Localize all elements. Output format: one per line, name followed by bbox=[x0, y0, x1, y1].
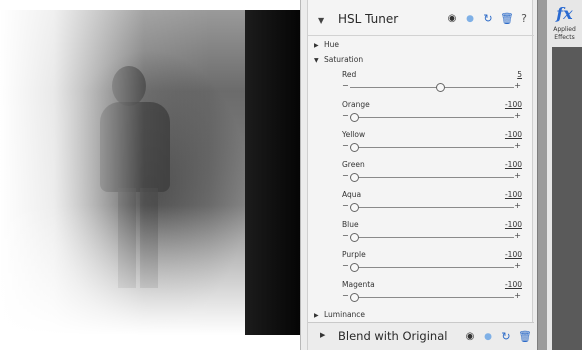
section-saturation[interactable]: ▼ Saturation bbox=[314, 55, 363, 64]
trash-icon[interactable]: 🗑 bbox=[518, 330, 532, 344]
slider-label: Aqua bbox=[342, 190, 362, 199]
slider-track[interactable] bbox=[350, 233, 514, 242]
trash-icon[interactable]: 🗑 bbox=[500, 12, 514, 26]
applied-effects-label-line2: Effects bbox=[554, 34, 575, 41]
eye-icon[interactable]: ◉ bbox=[446, 12, 458, 26]
plus-icon[interactable]: + bbox=[514, 81, 521, 90]
slider-row-yellow: Yellow -100 − + bbox=[308, 130, 534, 160]
slider-track[interactable] bbox=[350, 293, 514, 302]
panel-header-icons: ◉ ● ↻ 🗑 ? bbox=[446, 12, 530, 26]
minus-icon[interactable]: − bbox=[342, 261, 349, 270]
plus-icon[interactable]: + bbox=[514, 201, 521, 210]
section-saturation-label: Saturation bbox=[324, 55, 364, 64]
minus-icon[interactable]: − bbox=[342, 201, 349, 210]
section-luminance[interactable]: ▶ Luminance bbox=[314, 310, 365, 319]
expand-triangle-icon[interactable]: ▶ bbox=[314, 312, 324, 319]
collapse-triangle-icon[interactable]: ▼ bbox=[318, 16, 324, 25]
applied-effects-label-line1: Applied bbox=[553, 26, 576, 33]
section-luminance-label: Luminance bbox=[324, 310, 366, 319]
eye-icon[interactable]: ◉ bbox=[464, 330, 476, 344]
slider-track[interactable] bbox=[350, 173, 514, 182]
applied-effects-label: Applied Effects bbox=[547, 26, 582, 42]
slider-row-red: Red 5 − + bbox=[308, 70, 534, 100]
plus-icon[interactable]: + bbox=[514, 141, 521, 150]
slider-track[interactable] bbox=[350, 83, 514, 92]
slider-row-blue: Blue -100 − + bbox=[308, 220, 534, 250]
collapse-triangle-icon[interactable]: ▼ bbox=[314, 57, 324, 64]
slider-label: Purple bbox=[342, 250, 366, 259]
slider-thumb[interactable] bbox=[350, 173, 359, 182]
reset-icon[interactable]: ↻ bbox=[500, 330, 512, 344]
fx-icon[interactable]: fx bbox=[547, 4, 582, 23]
slider-value[interactable]: -100 bbox=[505, 160, 522, 169]
plus-icon[interactable]: + bbox=[514, 261, 521, 270]
slider-value[interactable]: -100 bbox=[505, 220, 522, 229]
slider-value[interactable]: 5 bbox=[517, 70, 522, 79]
slider-value[interactable]: -100 bbox=[505, 280, 522, 289]
slider-thumb[interactable] bbox=[435, 83, 445, 92]
minus-icon[interactable]: − bbox=[342, 111, 349, 120]
slider-thumb[interactable] bbox=[350, 293, 359, 302]
slider-label: Orange bbox=[342, 100, 370, 109]
expand-triangle-icon[interactable]: ▶ bbox=[314, 42, 324, 49]
droplet-icon[interactable]: ● bbox=[482, 330, 494, 344]
plus-icon[interactable]: + bbox=[514, 171, 521, 180]
photo-canvas bbox=[0, 0, 300, 350]
hsl-tuner-panel: ▼ HSL Tuner ◉ ● ↻ 🗑 ? ▶ Hue ▼ Saturation R… bbox=[307, 0, 534, 350]
slider-track[interactable] bbox=[350, 113, 514, 122]
blend-panel-title: Blend with Original bbox=[338, 329, 448, 343]
blend-panel-header[interactable]: ▶ Blend with Original ◉ ● ↻ 🗑 bbox=[308, 322, 534, 350]
plus-icon[interactable]: + bbox=[514, 111, 521, 120]
minus-icon[interactable]: − bbox=[342, 141, 349, 150]
slider-row-orange: Orange -100 − + bbox=[308, 100, 534, 130]
section-hue[interactable]: ▶ Hue bbox=[314, 40, 339, 49]
slider-row-magenta: Magenta -100 − + bbox=[308, 280, 534, 310]
slider-thumb[interactable] bbox=[350, 113, 359, 122]
photo-dark-edge bbox=[245, 10, 300, 335]
slider-label: Green bbox=[342, 160, 365, 169]
help-icon[interactable]: ? bbox=[518, 12, 530, 26]
minus-icon[interactable]: − bbox=[342, 291, 349, 300]
slider-label: Blue bbox=[342, 220, 359, 229]
effect-panel: ▼ HSL Tuner ◉ ● ↻ 🗑 ? ▶ Hue ▼ Saturation R… bbox=[300, 0, 537, 350]
plus-icon[interactable]: + bbox=[514, 231, 521, 240]
slider-row-aqua: Aqua -100 − + bbox=[308, 190, 534, 220]
reset-icon[interactable]: ↻ bbox=[482, 12, 494, 26]
slider-thumb[interactable] bbox=[350, 233, 359, 242]
slider-track[interactable] bbox=[350, 203, 514, 212]
minus-icon[interactable]: − bbox=[342, 231, 349, 240]
section-hue-label: Hue bbox=[324, 40, 340, 49]
plus-icon[interactable]: + bbox=[514, 291, 521, 300]
slider-row-purple: Purple -100 − + bbox=[308, 250, 534, 280]
applied-effects-rail: fx Applied Effects bbox=[547, 0, 582, 350]
slider-label: Red bbox=[342, 70, 357, 79]
slider-track[interactable] bbox=[350, 143, 514, 152]
slider-track[interactable] bbox=[350, 263, 514, 272]
slider-label: Magenta bbox=[342, 280, 375, 289]
slider-thumb[interactable] bbox=[350, 203, 359, 212]
panel-header[interactable]: ▼ HSL Tuner ◉ ● ↻ 🗑 ? bbox=[308, 6, 534, 36]
minus-icon[interactable]: − bbox=[342, 171, 349, 180]
slider-thumb[interactable] bbox=[350, 143, 359, 152]
expand-triangle-icon[interactable]: ▶ bbox=[320, 331, 325, 339]
slider-row-green: Green -100 − + bbox=[308, 160, 534, 190]
droplet-icon[interactable]: ● bbox=[464, 12, 476, 26]
slider-value[interactable]: -100 bbox=[505, 100, 522, 109]
blend-panel-icons: ◉ ● ↻ 🗑 bbox=[464, 330, 532, 344]
slider-label: Yellow bbox=[342, 130, 366, 139]
panel-title: HSL Tuner bbox=[338, 12, 399, 26]
applied-effects-list bbox=[552, 47, 582, 350]
slider-value[interactable]: -100 bbox=[505, 190, 522, 199]
app-window: ▼ HSL Tuner ◉ ● ↻ 🗑 ? ▶ Hue ▼ Saturation R… bbox=[0, 0, 582, 350]
slider-value[interactable]: -100 bbox=[505, 130, 522, 139]
photo-preview bbox=[0, 10, 300, 335]
panel-scrollbar[interactable] bbox=[537, 0, 547, 350]
slider-thumb[interactable] bbox=[350, 263, 359, 272]
minus-icon[interactable]: − bbox=[342, 81, 349, 90]
slider-value[interactable]: -100 bbox=[505, 250, 522, 259]
